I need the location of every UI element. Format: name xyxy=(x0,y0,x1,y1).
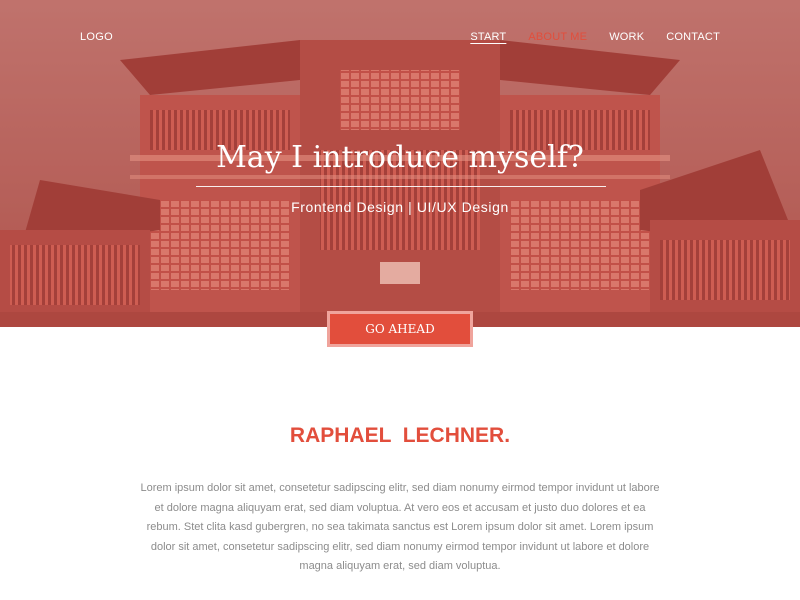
logo[interactable]: LOGO xyxy=(80,31,113,43)
bio-paragraph: Lorem ipsum dolor sit amet, consetetur s… xyxy=(140,482,660,573)
nav-link-about-me[interactable]: ABOUT ME xyxy=(528,31,587,43)
nav-link-contact[interactable]: CONTACT xyxy=(666,31,720,43)
hero-divider xyxy=(196,186,606,187)
hero-title: May I introduce myself? xyxy=(216,140,584,175)
go-ahead-button[interactable]: GO AHEAD xyxy=(327,311,473,347)
top-navigation: LOGO START ABOUT ME WORK CONTACT xyxy=(0,0,800,60)
nav-links: START ABOUT ME WORK CONTACT xyxy=(448,31,720,43)
page: LOGO START ABOUT ME WORK CONTACT May I i… xyxy=(0,0,800,600)
hero-section: LOGO START ABOUT ME WORK CONTACT May I i… xyxy=(0,0,800,327)
nav-link-work[interactable]: WORK xyxy=(609,31,644,43)
hero-subtitle: Frontend Design | UI/UX Design xyxy=(291,199,509,215)
author-name: RAPHAEL LECHNER. xyxy=(289,424,511,447)
nav-link-start[interactable]: START xyxy=(470,31,506,43)
